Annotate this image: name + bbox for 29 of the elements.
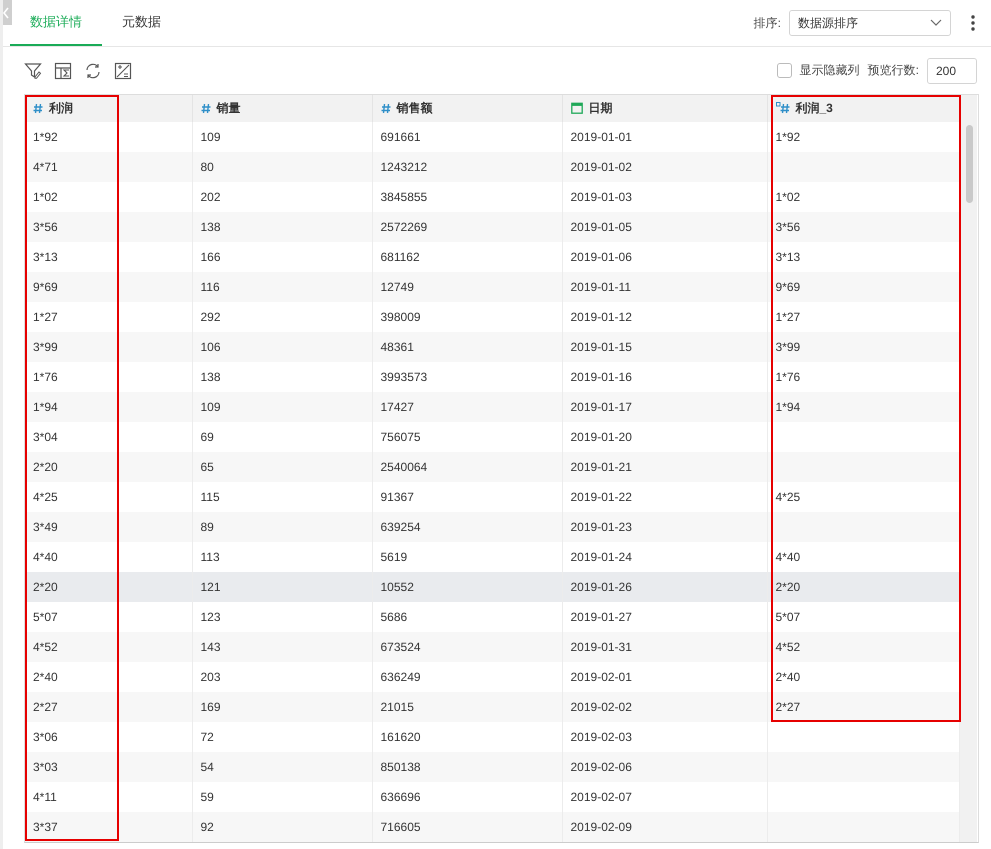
chevron-left-icon [3, 6, 10, 18]
table-cell: 3*37 [25, 812, 192, 842]
show-hidden-checkbox[interactable] [776, 63, 792, 78]
preview-rows-label: 预览行数: [868, 62, 919, 79]
tab[interactable]: 元数据 [102, 0, 181, 46]
calendar-icon [570, 102, 582, 114]
calculated-number-icon [776, 102, 790, 114]
show-hidden-label: 显示隐藏列 [800, 62, 860, 79]
number-icon [380, 103, 390, 114]
column-header[interactable]: 日期 [562, 95, 767, 122]
number-icon [200, 103, 210, 114]
formula-icon[interactable] [114, 62, 132, 80]
table-cell: 2019-02-09 [562, 812, 767, 842]
sort-label: 排序: [754, 14, 781, 32]
column-header[interactable]: 销售额 [372, 95, 562, 122]
column-header[interactable]: 利润_3 [767, 95, 959, 122]
table-cell: 92 [192, 812, 372, 842]
preview-rows-field[interactable]: 200 [927, 58, 977, 84]
number-icon [33, 103, 43, 114]
more-icon[interactable] [971, 15, 975, 31]
column-header[interactable]: 利润 [25, 95, 192, 122]
scrollbar[interactable] [966, 125, 973, 203]
table-sum-icon[interactable] [54, 62, 72, 80]
table-cell: 716605 [372, 812, 562, 842]
sort-dropdown[interactable]: 数据源排序 [789, 10, 951, 36]
caret-icon [930, 19, 942, 27]
filter-icon[interactable] [24, 62, 42, 80]
refresh-icon[interactable] [84, 62, 102, 80]
column-header[interactable]: 销量 [192, 95, 372, 122]
